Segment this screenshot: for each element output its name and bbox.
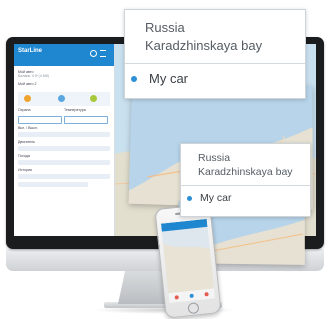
phone-map-graphic [160,218,216,304]
menu-icon[interactable] [100,50,106,57]
card-small-divider [181,185,310,186]
app-row-balance: Баланс: 0 ₽ (4 Мб) [18,74,49,79]
app-logo: StarLine [18,48,43,54]
app-bar-2 [18,146,110,151]
temperature-status-icon [90,95,97,102]
card-small-place: Karadzhinskaya bay [198,166,293,178]
phone-screen[interactable] [160,218,216,304]
app-row-temperature: Температура [64,108,86,112]
app-panel: StarLine Мой авто Баланс: 0 ₽ (4 Мб) Мой… [14,44,115,236]
phone [154,203,222,319]
app-row-toggle: Вкл. / Выкл. [18,126,38,130]
settings-icon[interactable] [90,50,97,57]
card-large-place: Karadzhinskaya bay [145,38,263,53]
engine-button[interactable] [64,116,108,124]
car-dot-icon [131,76,137,82]
arm-button[interactable] [18,116,62,124]
card-small-car-label: My car [200,192,232,204]
app-row-history: История [18,168,32,172]
card-large-car-label: My car [149,71,188,86]
car-dot-icon-small [187,196,192,201]
app-header: StarLine [14,44,114,66]
app-row-device-2: Мой авто 2 [18,82,37,86]
app-row-weather: Погода [18,154,30,158]
app-bar-5 [18,182,88,187]
card-large-country: Russia [145,20,185,35]
alarm-status-icon [24,95,31,102]
app-bar-3 [18,160,110,165]
app-bar-1 [18,132,110,137]
app-row-security: Охрана [18,108,31,112]
location-card-small[interactable]: Russia Karadzhinskaya bay My car [180,143,311,217]
phone-home-button[interactable] [187,302,200,315]
location-card-large[interactable]: Russia Karadzhinskaya bay My car [124,9,306,99]
engine-status-icon [58,95,65,102]
app-status-strip [18,92,110,106]
app-device-block-2[interactable]: Мой авто 2 [18,82,110,86]
app-row-engine: Двигатель [18,140,35,144]
card-small-country: Russia [198,152,231,164]
card-large-divider [125,63,305,64]
app-bar-4 [18,174,110,179]
app-device-block[interactable]: Мой авто Баланс: 0 ₽ (4 Мб) [18,70,110,79]
